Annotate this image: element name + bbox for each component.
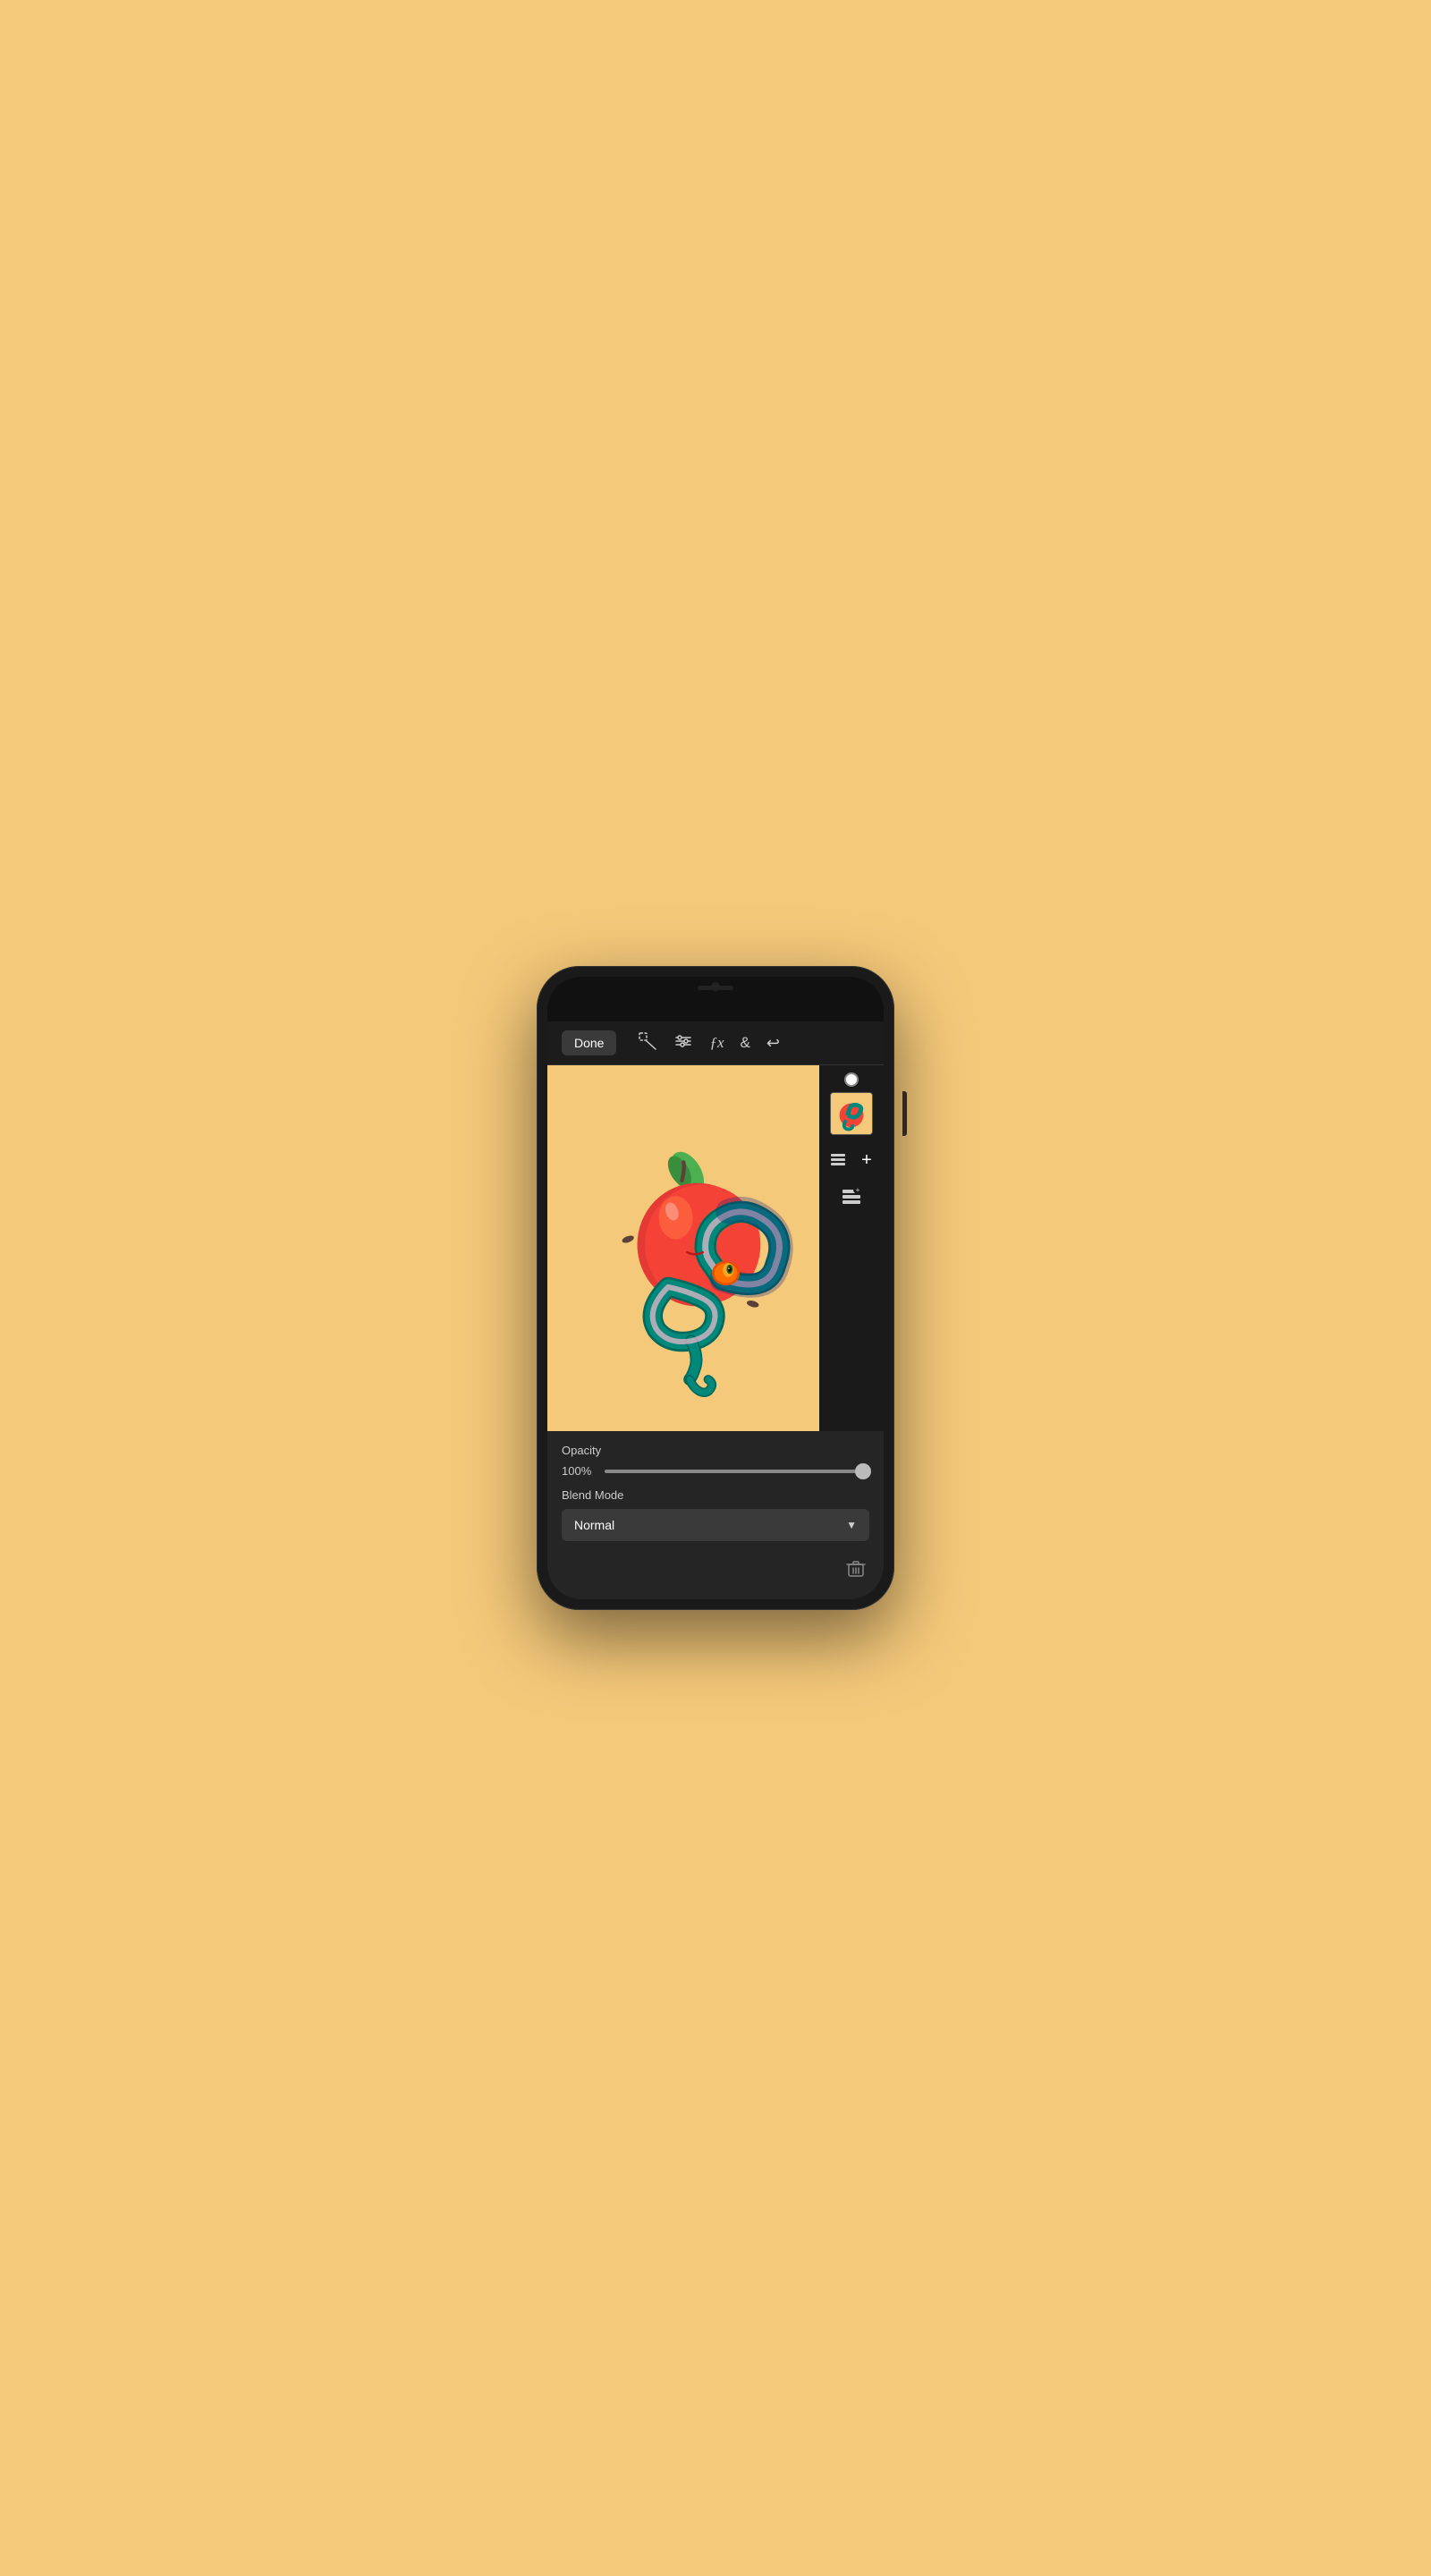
speaker-grille <box>698 986 733 990</box>
opacity-slider-thumb[interactable] <box>855 1463 871 1479</box>
blend-mode-chevron: ▼ <box>846 1519 857 1531</box>
undo-tool-icon[interactable]: ↩ <box>766 1034 780 1053</box>
toolbar-icons: ƒx & ↩ <box>638 1031 779 1055</box>
add-layer-button[interactable]: + <box>854 1146 879 1174</box>
bottom-panel: Opacity 100% Blend Mode Normal ▼ <box>547 1431 884 1599</box>
phone-screen: Done <box>547 977 884 1599</box>
opacity-label: Opacity <box>562 1444 869 1457</box>
opacity-row: 100% <box>562 1464 869 1478</box>
artwork-illustration <box>547 1065 819 1431</box>
opacity-value: 100% <box>562 1464 596 1478</box>
blend-mode-dropdown[interactable]: Normal ▼ <box>562 1509 869 1541</box>
canvas-area <box>547 1065 819 1431</box>
blend-mode-section: Blend Mode Normal ▼ <box>562 1488 869 1541</box>
opacity-section: Opacity 100% <box>562 1444 869 1478</box>
adjust-tool-icon[interactable] <box>673 1031 693 1055</box>
phone-device: Done <box>537 966 894 1610</box>
selection-tool-icon[interactable] <box>638 1031 657 1055</box>
delete-layer-button[interactable] <box>843 1555 869 1587</box>
svg-text:+: + <box>856 1186 860 1194</box>
blend-mode-selected: Normal <box>574 1518 614 1532</box>
add-group-button[interactable]: + <box>830 1180 873 1212</box>
delete-row <box>562 1552 869 1587</box>
top-toolbar: Done <box>547 1021 884 1065</box>
side-button <box>902 1091 907 1136</box>
blend-tool-icon[interactable]: & <box>741 1034 750 1052</box>
done-button[interactable]: Done <box>562 1030 616 1055</box>
layers-button[interactable] <box>824 1146 852 1174</box>
layer-visibility-toggle[interactable] <box>844 1072 859 1087</box>
right-panel: + + <box>819 1065 884 1431</box>
opacity-slider-track[interactable] <box>605 1470 869 1473</box>
layer-thumbnail[interactable] <box>830 1092 873 1135</box>
fx-tool-icon[interactable]: ƒx <box>709 1034 724 1052</box>
blend-mode-label: Blend Mode <box>562 1488 869 1502</box>
opacity-slider-fill <box>605 1470 869 1473</box>
app-screen: Done <box>547 1021 884 1599</box>
